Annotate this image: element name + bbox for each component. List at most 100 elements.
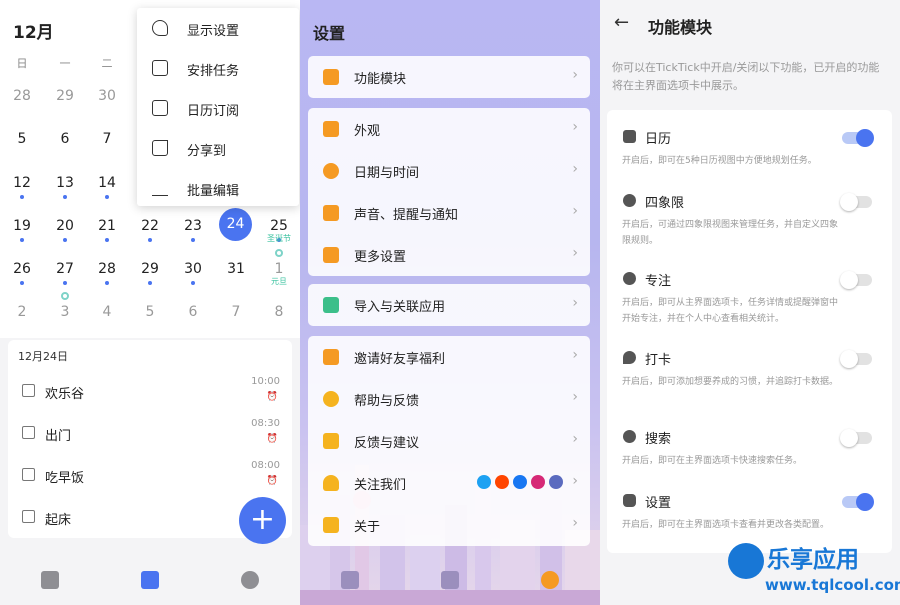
calendar-day[interactable]: 21 <box>92 218 122 242</box>
task-checkbox[interactable] <box>22 510 35 523</box>
calendar-day[interactable]: 12 <box>7 175 37 199</box>
settings-row-help[interactable]: 帮助与反馈 › <box>308 378 590 420</box>
star-flag-icon <box>323 433 339 449</box>
calendar-day[interactable]: 5 <box>7 131 37 147</box>
day-number: 27 <box>56 261 74 277</box>
task-time: 08:00 <box>251 460 280 471</box>
calendar-day[interactable]: 3 <box>50 304 80 320</box>
feature-toggle[interactable] <box>840 193 872 211</box>
calendar-day[interactable]: 26 <box>7 261 37 285</box>
calendar-day[interactable]: 8 <box>264 304 294 320</box>
calendar-day[interactable]: 6 <box>50 131 80 147</box>
back-arrow-icon[interactable]: ← <box>614 12 629 33</box>
menu-item-label: 批量编辑 <box>187 184 240 199</box>
toggle-knob <box>840 193 858 211</box>
menu-item-schedule-tasks[interactable]: 安排任务 <box>137 48 299 88</box>
settings-row-appearance[interactable]: 外观 › <box>308 108 590 150</box>
add-task-button[interactable]: + <box>239 497 286 544</box>
settings-row-about[interactable]: 关于 › <box>308 504 590 546</box>
feature-toggle[interactable] <box>842 129 874 147</box>
task-dot-indicator <box>148 238 152 242</box>
settings-row-follow-us[interactable]: 关注我们 › <box>308 462 590 504</box>
day-number: 28 <box>13 88 31 104</box>
task-checkbox[interactable] <box>22 468 35 481</box>
calendar-day[interactable]: 28 <box>92 261 122 285</box>
discord-icon[interactable] <box>549 475 563 489</box>
calendar-day[interactable]: 5 <box>135 304 165 320</box>
day-number: 2 <box>17 304 27 320</box>
day-number: 1 <box>274 261 284 277</box>
feature-toggle[interactable] <box>842 493 874 511</box>
calendar-day[interactable]: 30 <box>178 261 208 285</box>
settings-tab-icon[interactable] <box>241 571 259 589</box>
calendar-day[interactable]: 4 <box>92 304 122 320</box>
paint-roller-icon <box>323 121 339 137</box>
calendar-day[interactable]: 7 <box>221 304 251 320</box>
calendar-day[interactable]: 22 <box>135 218 165 242</box>
settings-row-feedback[interactable]: 反馈与建议 › <box>308 420 590 462</box>
calendar-day[interactable]: 6 <box>178 304 208 320</box>
task-row[interactable]: 出门 08:30 ⏰ <box>8 414 292 454</box>
watermark-logo: 乐享应用 www.tqlcool.com <box>725 540 900 602</box>
reddit-icon[interactable] <box>495 475 509 489</box>
calendar-day[interactable]: 29 <box>135 261 165 285</box>
menu-item-batch-edit[interactable]: 批量编辑 <box>137 168 299 208</box>
feature-description: 开启后，即可从主界面选项卡，任务详情或提醒弹窗中开始专注，并在个人中心查看相关统… <box>622 298 839 324</box>
row-label: 导入与关联应用 <box>354 300 446 315</box>
calendar-day[interactable]: 27 <box>50 261 80 300</box>
edit-pen-icon <box>152 180 168 196</box>
menu-item-calendar-subscription[interactable]: 日历订阅 <box>137 88 299 128</box>
settings-row-feature-modules[interactable]: 功能模块 › <box>308 56 590 98</box>
settings-tab-icon[interactable] <box>541 571 559 589</box>
task-row[interactable]: 欢乐谷 10:00 ⏰ <box>8 372 292 412</box>
holiday-label-new-year: 元旦 <box>271 277 287 286</box>
event-ring-indicator <box>61 292 69 300</box>
day-number: 29 <box>141 261 159 277</box>
settings-row-sound-notification[interactable]: 声音、提醒与通知 › <box>308 192 590 234</box>
feature-toggle[interactable] <box>840 350 872 368</box>
weekday-label: 一 <box>59 57 71 70</box>
calendar-tab-icon[interactable] <box>441 571 459 589</box>
calendar-day[interactable]: 23 <box>178 218 208 242</box>
feature-toggle[interactable] <box>840 271 872 289</box>
calendar-day[interactable]: 31 <box>221 261 251 277</box>
month-title[interactable]: 12月 <box>13 18 54 43</box>
settings-row-import[interactable]: 导入与关联应用 › <box>308 284 590 326</box>
task-dot-indicator <box>20 238 24 242</box>
calendar-day[interactable]: 2 <box>7 304 37 320</box>
task-row[interactable]: 吃早饭 08:00 ⏰ <box>8 456 292 496</box>
row-label: 外观 <box>354 124 381 139</box>
day-number: 30 <box>98 88 116 104</box>
menu-item-display-settings[interactable]: 显示设置 <box>137 8 299 48</box>
calendar-day[interactable]: 28 <box>7 88 37 104</box>
calendar-tab-icon[interactable] <box>141 571 159 589</box>
calendar-day[interactable]: 30 <box>92 88 122 104</box>
day-number: 5 <box>145 304 155 320</box>
menu-item-share[interactable]: 分享到 <box>137 128 299 168</box>
tasks-tab-icon[interactable] <box>41 571 59 589</box>
calendar-day[interactable]: 7 <box>92 131 122 147</box>
feature-description: 开启后，即可在主界面选项卡快速搜索任务。 <box>622 456 803 466</box>
person-icon <box>323 475 339 491</box>
watermark-url: www.tqlcool.com <box>765 576 900 594</box>
task-dot-indicator <box>63 281 67 285</box>
task-checkbox[interactable] <box>22 384 35 397</box>
task-checkbox[interactable] <box>22 426 35 439</box>
calendar-day[interactable]: 14 <box>92 175 122 199</box>
feature-toggle[interactable] <box>840 429 872 447</box>
row-label: 功能模块 <box>354 72 407 87</box>
facebook-icon[interactable] <box>513 475 527 489</box>
tasks-tab-icon[interactable] <box>341 571 359 589</box>
calendar-day[interactable]: 20 <box>50 218 80 242</box>
calendar-day[interactable]: 19 <box>7 218 37 242</box>
calendar-day[interactable]: 29 <box>50 88 80 104</box>
calendar-day[interactable]: 13 <box>50 175 80 199</box>
instagram-icon[interactable] <box>531 475 545 489</box>
calendar-day[interactable]: 25 <box>264 218 294 257</box>
selected-day[interactable]: 24 <box>219 208 252 241</box>
calendar-day[interactable]: 1 <box>264 261 294 277</box>
settings-row-more[interactable]: 更多设置 › <box>308 234 590 276</box>
twitter-icon[interactable] <box>477 475 491 489</box>
settings-row-invite[interactable]: 邀请好友享福利 › <box>308 336 590 378</box>
settings-row-date-time[interactable]: 日期与时间 › <box>308 150 590 192</box>
